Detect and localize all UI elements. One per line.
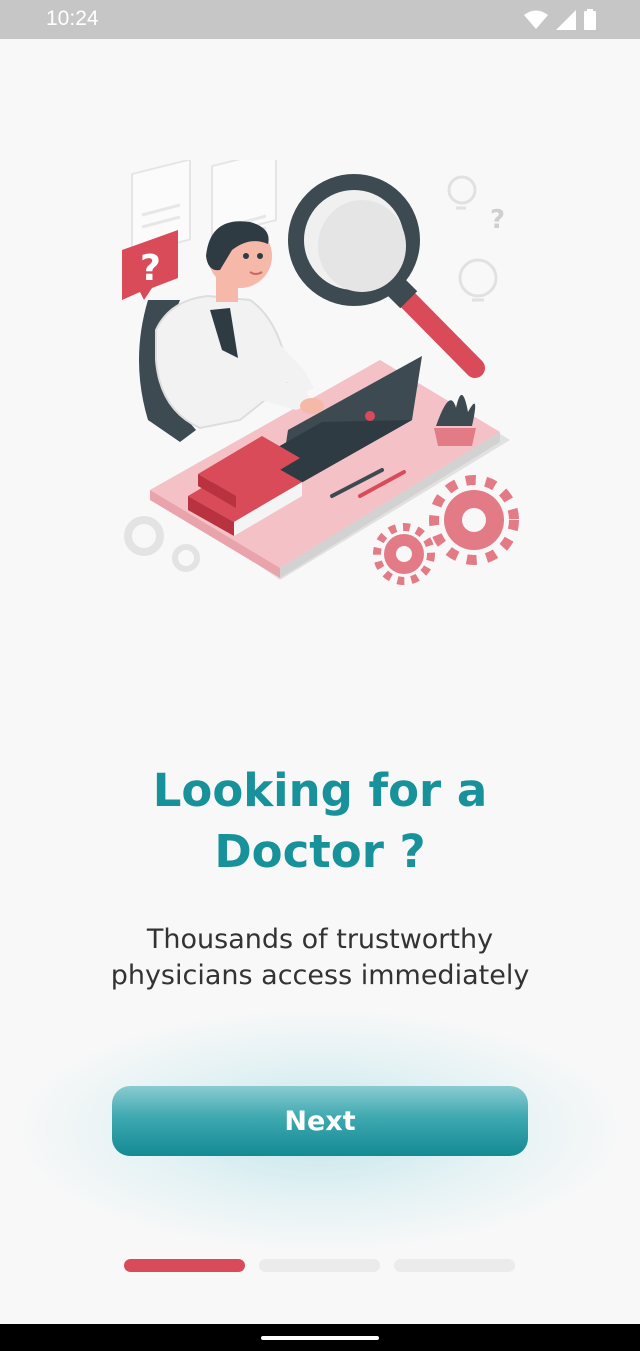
cell-signal-icon [556, 9, 576, 30]
svg-text:?: ? [490, 205, 505, 235]
status-time: 10:24 [46, 7, 99, 30]
doctor-at-laptop-illustration: ? ? [122, 160, 519, 585]
page-indicator-dot-3[interactable] [394, 1259, 515, 1272]
status-bar: 10:24 [0, 0, 640, 39]
gear-icon [124, 516, 200, 572]
status-icons [524, 9, 596, 30]
question-bubble-icon: ? [122, 230, 178, 300]
title-line-1: Looking for a [152, 764, 488, 817]
page-subtitle: Thousands of trustworthy physicians acce… [0, 922, 640, 994]
lightbulb-icon [447, 175, 498, 302]
title-line-2: Doctor ? [214, 825, 426, 878]
wifi-icon [524, 10, 548, 29]
battery-icon [584, 9, 596, 30]
page-title: Looking for a Doctor ? [0, 760, 640, 882]
magnifier-icon [288, 174, 485, 378]
page-indicator [124, 1259, 515, 1272]
onboarding-screen: 10:24 ? ? Looking for a Doctor ? Thousan… [0, 0, 640, 1351]
navigation-bar [0, 1324, 640, 1351]
home-indicator[interactable] [261, 1336, 379, 1340]
subtitle-line-2: physicians access immediately [110, 960, 530, 991]
subtitle-line-1: Thousands of trustworthy [146, 924, 494, 955]
svg-text:?: ? [140, 248, 161, 289]
next-button[interactable]: Next [112, 1086, 528, 1156]
page-indicator-dot-2[interactable] [259, 1259, 380, 1272]
page-indicator-dot-1[interactable] [124, 1259, 245, 1272]
